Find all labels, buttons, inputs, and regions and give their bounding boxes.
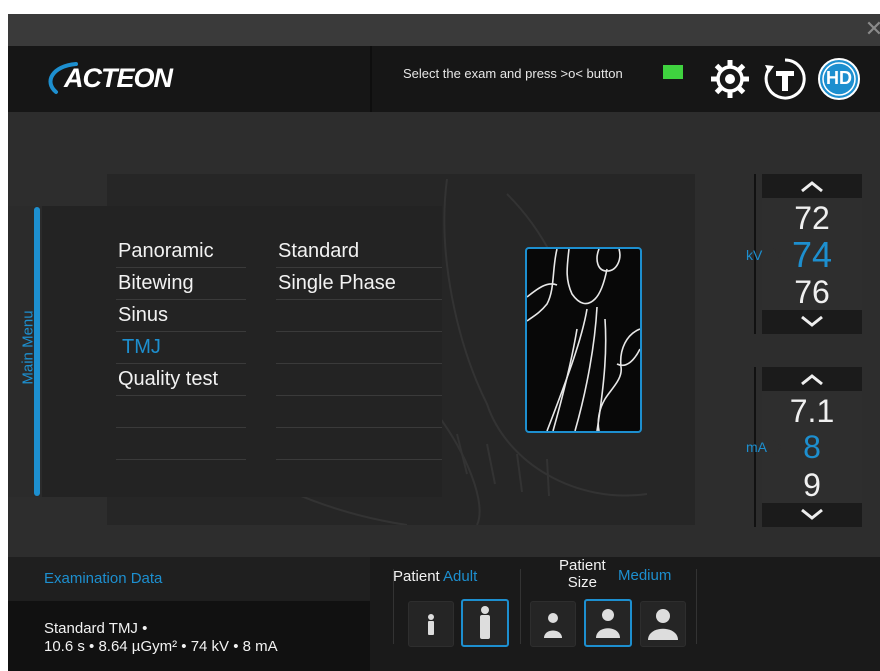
exam-mode-list: Standard Single Phase: [276, 236, 442, 460]
patient-child-button[interactable]: [408, 601, 454, 647]
mode-item-standard[interactable]: Standard: [276, 236, 442, 268]
acteon-logo: ACTEON: [42, 60, 173, 96]
status-led: [663, 65, 683, 79]
examination-data-header: Examination Data: [8, 557, 370, 601]
person-medium-icon: [596, 609, 620, 638]
timer-t-icon: [764, 58, 806, 100]
ma-pointer-icon: [772, 439, 782, 455]
chevron-down-icon: [801, 508, 823, 520]
size-large-button[interactable]: [640, 601, 686, 647]
timer-button[interactable]: [763, 57, 807, 101]
examination-data-body: Standard TMJ • 10.6 s • 8.64 µGym² • 74 …: [8, 601, 370, 671]
exam-item-quality-test[interactable]: Quality test: [116, 364, 246, 396]
footer-divider: [696, 569, 697, 644]
person-large-icon: [648, 609, 678, 640]
kv-up-button[interactable]: [762, 174, 862, 198]
main-menu-label[interactable]: Main Menu: [20, 308, 37, 388]
settings-button[interactable]: [708, 57, 752, 101]
ma-unit-label: mA: [746, 439, 767, 455]
close-icon[interactable]: ✕: [864, 16, 880, 42]
hd-label: HD: [826, 68, 852, 88]
patient-label-text: Patient: [393, 568, 440, 585]
exam-type-list: Panoramic Bitewing Sinus TMJ Quality tes…: [116, 236, 246, 460]
patient-size-value: Medium: [618, 567, 672, 584]
exam-item-panoramic[interactable]: Panoramic: [116, 236, 246, 268]
child-icon: [428, 614, 434, 635]
mode-item-empty: [276, 300, 442, 332]
chevron-up-icon: [801, 181, 823, 193]
title-bar: ✕: [8, 14, 880, 46]
ma-up-button[interactable]: [762, 367, 862, 391]
size-small-button[interactable]: [530, 601, 576, 647]
size-medium-button[interactable]: [584, 599, 632, 647]
mode-item-empty: [276, 364, 442, 396]
exam-item-tmj[interactable]: TMJ: [116, 332, 246, 364]
exam-preview-image: [525, 247, 642, 433]
hd-button[interactable]: HD: [817, 57, 861, 101]
patient-value: Adult: [443, 568, 478, 585]
ma-down-button[interactable]: [762, 503, 862, 527]
person-small-icon: [544, 613, 562, 638]
examination-data-title: Examination Data: [44, 570, 163, 587]
patient-size-label-line2: Size: [567, 574, 597, 591]
footer-divider: [520, 569, 521, 644]
exam-item-empty: [116, 396, 246, 428]
chevron-down-icon: [801, 315, 823, 327]
patient-size-label-line1: Patient: [559, 557, 606, 574]
exam-item-empty: [116, 428, 246, 460]
exam-summary-line1: Standard TMJ •: [44, 620, 148, 637]
patient-adult-button[interactable]: [461, 599, 509, 647]
mode-item-empty: [276, 396, 442, 428]
adult-icon: [480, 606, 490, 639]
gear-icon: [711, 60, 749, 98]
header-bar: ACTEON Select the exam and press >o< but…: [8, 46, 880, 112]
ma-next-value[interactable]: 9: [762, 467, 862, 504]
mode-item-single-phase[interactable]: Single Phase: [276, 268, 442, 300]
exam-item-bitewing[interactable]: Bitewing: [116, 268, 246, 300]
app-window: ✕ ACTEON Select the exam and press >o< b…: [8, 14, 880, 671]
kv-prev-value[interactable]: 72: [762, 200, 862, 237]
instruction-text: Select the exam and press >o< button: [403, 66, 623, 81]
ma-prev-value[interactable]: 7.1: [762, 393, 862, 430]
chevron-up-icon: [801, 374, 823, 386]
patient-label: Patient Adult: [393, 568, 477, 585]
exam-summary-line2: 10.6 s • 8.64 µGym² • 74 kV • 8 mA: [44, 638, 278, 655]
mode-item-empty: [276, 332, 442, 364]
kv-unit-label: kV: [746, 247, 763, 263]
logo-text: ACTEON: [64, 63, 173, 93]
kv-pointer-icon: [772, 247, 782, 263]
patient-size-label: Patient Size: [559, 557, 606, 591]
kv-next-value[interactable]: 76: [762, 274, 862, 311]
exam-item-sinus[interactable]: Sinus: [116, 300, 246, 332]
kv-down-button[interactable]: [762, 310, 862, 334]
mode-item-empty: [276, 428, 442, 460]
header-divider: [370, 46, 372, 112]
